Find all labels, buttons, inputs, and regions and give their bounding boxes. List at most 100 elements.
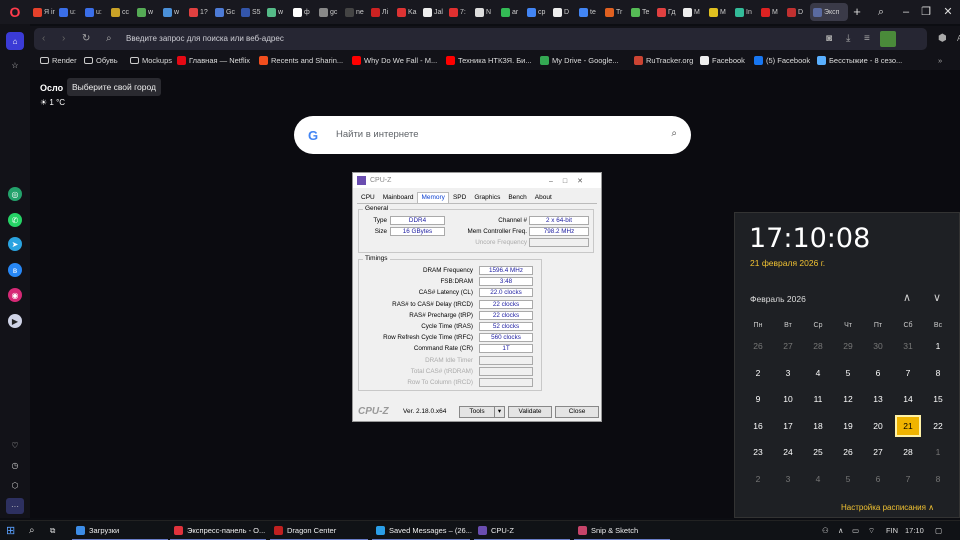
taskbar-app[interactable]: Экспресс-панель - О... [170, 521, 266, 540]
bookmark-item[interactable]: Обувь [84, 56, 118, 65]
vk-icon[interactable]: в [8, 263, 22, 277]
pinboard-icon[interactable]: ☆ [8, 58, 22, 72]
search-icon[interactable]: ⌕ [29, 521, 35, 540]
browser-tab[interactable]: Я in [30, 3, 55, 21]
address-bar[interactable]: ‹ › ↻ ⌕ Введите запрос для поиска или ве… [34, 28, 927, 50]
bookmark-item[interactable]: Why Do We Fall - M... [352, 56, 437, 65]
start-icon[interactable]: ⊞ [6, 521, 15, 540]
browser-tab[interactable]: 1? [186, 3, 211, 21]
calendar-day[interactable]: 27 [863, 439, 893, 465]
calendar-day[interactable]: 17 [773, 413, 803, 439]
search-icon[interactable]: ⌕ [671, 128, 677, 139]
taskbar-clock[interactable]: 17:10 [905, 521, 924, 540]
browser-tab[interactable]: ф [290, 3, 315, 21]
calendar-day[interactable]: 31 [893, 333, 923, 359]
browser-tab[interactable]: Эксп [810, 3, 848, 21]
close-button[interactable]: Close [555, 406, 599, 418]
clock-date[interactable]: 21 февраля 2026 г. [750, 258, 825, 268]
calendar-day[interactable]: 2 [743, 360, 773, 386]
calendar-day[interactable]: 28 [893, 439, 923, 465]
browser-tab[interactable]: M [706, 3, 731, 21]
browser-tab[interactable]: Tr [602, 3, 627, 21]
calendar-day[interactable]: 27 [773, 333, 803, 359]
cpuz-tab-mainboard[interactable]: Mainboard [379, 192, 418, 203]
calendar-day[interactable]: 26 [833, 439, 863, 465]
cpuz-tab-about[interactable]: About [531, 192, 556, 203]
bookmark-item[interactable]: (5) Facebook [754, 56, 810, 65]
calendar-day[interactable]: 6 [863, 360, 893, 386]
cpuz-tab-graphics[interactable]: Graphics [470, 192, 504, 203]
whatsapp-icon[interactable]: ✆ [8, 213, 22, 227]
calendar-day[interactable]: 4 [803, 360, 833, 386]
calendar-day-today[interactable]: 21 [895, 414, 921, 437]
browser-tab[interactable]: S5 [238, 3, 263, 21]
chatgpt-icon[interactable]: ◎ [8, 187, 22, 201]
browser-tab[interactable]: N [472, 3, 497, 21]
bookmark-item[interactable]: Главная — Netflix [177, 56, 250, 65]
player-icon[interactable]: ▶ [8, 314, 22, 328]
browser-tab[interactable]: u: [56, 3, 81, 21]
taskbar-app[interactable]: Saved Messages – (26... [372, 521, 472, 540]
calendar-day[interactable]: 1 [923, 333, 953, 359]
calendar-day[interactable]: 25 [803, 439, 833, 465]
menu-icon[interactable]: ≡ [864, 28, 870, 50]
bookmark-item[interactable]: My Drive - Google... [540, 56, 619, 65]
calendar-day[interactable]: 23 [743, 439, 773, 465]
calendar-month[interactable]: Февраль 2026 [750, 294, 806, 304]
calendar-day[interactable]: 19 [833, 413, 863, 439]
calendar-day[interactable]: 30 [863, 333, 893, 359]
calendar-day[interactable]: 11 [803, 386, 833, 412]
bookmark-item[interactable]: RuTracker.org [634, 56, 693, 65]
browser-tab[interactable]: D [550, 3, 575, 21]
cpuz-titlebar[interactable]: CPU-Z –□✕ [353, 173, 601, 188]
cube-icon[interactable]: ⬢ [938, 28, 947, 50]
browser-tab[interactable]: In [732, 3, 757, 21]
minimize-button[interactable]: – [895, 0, 917, 24]
instagram-icon[interactable]: ◉ [8, 288, 22, 302]
calendar-day[interactable]: 7 [893, 360, 923, 386]
calendar-day[interactable]: 7 [893, 466, 923, 492]
tab-search-icon[interactable]: ⌕ [870, 0, 892, 24]
address-input[interactable]: Введите запрос для поиска или веб-адрес [126, 28, 284, 50]
calendar-day[interactable]: 2 [743, 466, 773, 492]
google-search-box[interactable]: G Найти в интернете ⌕ [294, 116, 691, 154]
browser-tab[interactable]: ar [498, 3, 523, 21]
taskbar-app[interactable]: Snip & Sketch [574, 521, 670, 540]
browser-tab[interactable]: cp [524, 3, 549, 21]
maximize-button[interactable]: ❐ [915, 0, 937, 24]
calendar-day[interactable]: 29 [833, 333, 863, 359]
calendar-day[interactable]: 5 [833, 466, 863, 492]
calendar-day[interactable]: 18 [803, 413, 833, 439]
browser-tab[interactable]: Ka [394, 3, 419, 21]
calendar-day[interactable]: 9 [743, 386, 773, 412]
bookmark-item[interactable]: Recents and Sharin... [259, 56, 343, 65]
home-icon[interactable]: ⌂ [6, 32, 24, 50]
extension-avatar-icon[interactable] [880, 31, 896, 47]
browser-tab[interactable]: w [134, 3, 159, 21]
browser-tab[interactable]: M [758, 3, 783, 21]
browser-tab[interactable]: u: [82, 3, 107, 21]
reload-icon[interactable]: ↻ [82, 28, 90, 50]
schedule-link[interactable]: Настройка расписания ∧ [841, 503, 934, 512]
next-month-icon[interactable]: ∨ [933, 291, 941, 304]
bookmark-item[interactable]: Facebook [700, 56, 745, 65]
browser-tab[interactable]: Te [628, 3, 653, 21]
calendar-day[interactable]: 20 [863, 413, 893, 439]
wifi-icon[interactable]: ⌔ [868, 521, 875, 540]
calendar-day[interactable]: 12 [833, 386, 863, 412]
cpuz-tab-cpu[interactable]: CPU [357, 192, 379, 203]
browser-tab[interactable]: w [160, 3, 185, 21]
calendar-day[interactable]: 10 [773, 386, 803, 412]
calendar-day[interactable]: 26 [743, 333, 773, 359]
calendar-day[interactable]: 15 [923, 386, 953, 412]
extensions-icon[interactable]: ⬡ [8, 478, 22, 492]
taskbar-app[interactable]: CPU-Z [474, 521, 570, 540]
calendar-day[interactable]: 6 [863, 466, 893, 492]
calendar-day[interactable]: 16 [743, 413, 773, 439]
download-icon[interactable]: ⤓ [846, 28, 850, 50]
taskbar-app[interactable]: Загрузки [72, 521, 168, 540]
browser-tab[interactable]: w [264, 3, 289, 21]
bookmark-item[interactable]: Mockups [130, 56, 172, 65]
bookmark-item[interactable]: Техника НТКЗЯ. Би... [446, 56, 532, 65]
calendar-day[interactable]: 24 [773, 439, 803, 465]
